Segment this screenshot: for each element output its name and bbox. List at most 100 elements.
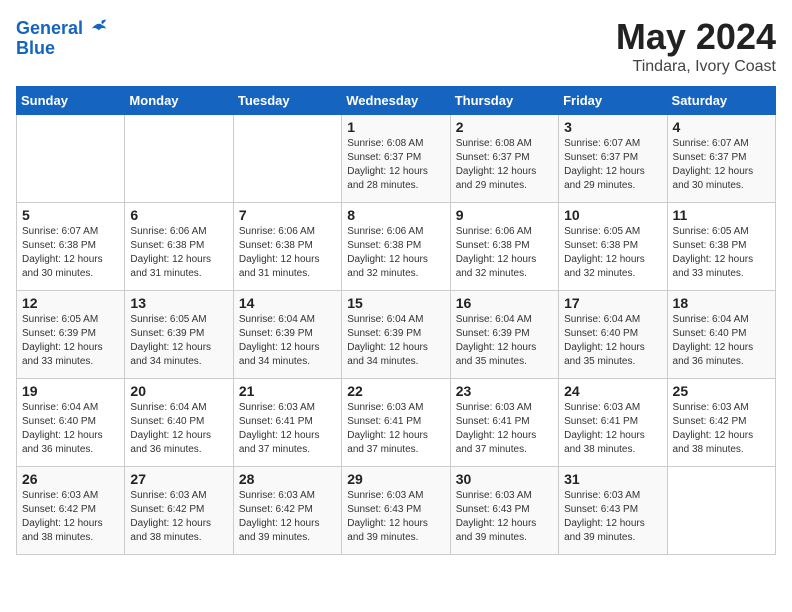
day-info: Sunrise: 6:03 AM Sunset: 6:43 PM Dayligh… [564,489,661,545]
day-number: 22 [347,383,444,399]
day-info: Sunrise: 6:04 AM Sunset: 6:39 PM Dayligh… [456,313,553,369]
day-header-thursday: Thursday [450,87,558,115]
day-info: Sunrise: 6:07 AM Sunset: 6:37 PM Dayligh… [673,137,770,193]
calendar-cell: 23 Sunrise: 6:03 AM Sunset: 6:41 PM Dayli… [450,379,558,467]
day-info: Sunrise: 6:05 AM Sunset: 6:38 PM Dayligh… [673,225,770,281]
day-info: Sunrise: 6:03 AM Sunset: 6:41 PM Dayligh… [456,401,553,457]
day-number: 2 [456,119,553,135]
day-header-saturday: Saturday [667,87,775,115]
day-number: 18 [673,295,770,311]
logo-text: General [16,16,108,39]
calendar-cell: 1 Sunrise: 6:08 AM Sunset: 6:37 PM Daylig… [342,115,450,203]
day-info: Sunrise: 6:04 AM Sunset: 6:39 PM Dayligh… [239,313,336,369]
week-row-5: 26 Sunrise: 6:03 AM Sunset: 6:42 PM Dayli… [17,467,776,555]
day-number: 7 [239,207,336,223]
day-info: Sunrise: 6:07 AM Sunset: 6:37 PM Dayligh… [564,137,661,193]
day-number: 20 [130,383,227,399]
day-number: 17 [564,295,661,311]
day-number: 31 [564,471,661,487]
day-number: 29 [347,471,444,487]
day-number: 6 [130,207,227,223]
day-info: Sunrise: 6:04 AM Sunset: 6:40 PM Dayligh… [22,401,119,457]
day-number: 14 [239,295,336,311]
calendar-cell: 21Sunrise: 6:03 AM Sunset: 6:41 PM Dayli… [233,379,341,467]
calendar-cell: 13Sunrise: 6:05 AM Sunset: 6:39 PM Dayli… [125,291,233,379]
day-number: 5 [22,207,119,223]
calendar-cell: 18 Sunrise: 6:04 AM Sunset: 6:40 PM Dayli… [667,291,775,379]
day-number: 12 [22,295,119,311]
calendar-cell: 15 Sunrise: 6:04 AM Sunset: 6:39 PM Dayli… [342,291,450,379]
day-number: 21 [239,383,336,399]
header: General Blue May 2024 Tindara, Ivory Coa… [16,16,776,76]
logo: General Blue [16,16,108,59]
day-number: 30 [456,471,553,487]
day-info: Sunrise: 6:04 AM Sunset: 6:40 PM Dayligh… [673,313,770,369]
day-number: 15 [347,295,444,311]
day-info: Sunrise: 6:03 AM Sunset: 6:42 PM Dayligh… [239,489,336,545]
day-number: 4 [673,119,770,135]
day-number: 25 [673,383,770,399]
day-info: Sunrise: 6:06 AM Sunset: 6:38 PM Dayligh… [456,225,553,281]
calendar-cell [667,467,775,555]
calendar-cell: 30 Sunrise: 6:03 AM Sunset: 6:43 PM Dayli… [450,467,558,555]
calendar-cell [125,115,233,203]
day-number: 23 [456,383,553,399]
day-info: Sunrise: 6:04 AM Sunset: 6:40 PM Dayligh… [130,401,227,457]
day-info: Sunrise: 6:03 AM Sunset: 6:41 PM Dayligh… [347,401,444,457]
calendar-cell: 27Sunrise: 6:03 AM Sunset: 6:42 PM Dayli… [125,467,233,555]
day-info: Sunrise: 6:08 AM Sunset: 6:37 PM Dayligh… [347,137,444,193]
day-info: Sunrise: 6:03 AM Sunset: 6:42 PM Dayligh… [22,489,119,545]
day-number: 1 [347,119,444,135]
subtitle: Tindara, Ivory Coast [616,58,776,76]
day-number: 13 [130,295,227,311]
header-row: SundayMondayTuesdayWednesdayThursdayFrid… [17,87,776,115]
calendar-cell: 7 Sunrise: 6:06 AM Sunset: 6:38 PM Daylig… [233,203,341,291]
main-title: May 2024 [616,16,776,58]
calendar-cell: 25 Sunrise: 6:03 AM Sunset: 6:42 PM Dayli… [667,379,775,467]
week-row-4: 19 Sunrise: 6:04 AM Sunset: 6:40 PM Dayli… [17,379,776,467]
calendar-cell: 22 Sunrise: 6:03 AM Sunset: 6:41 PM Dayli… [342,379,450,467]
day-number: 10 [564,207,661,223]
calendar-cell: 6 Sunrise: 6:06 AM Sunset: 6:38 PM Daylig… [125,203,233,291]
day-info: Sunrise: 6:07 AM Sunset: 6:38 PM Dayligh… [22,225,119,281]
calendar-cell: 2 Sunrise: 6:08 AM Sunset: 6:37 PM Daylig… [450,115,558,203]
day-info: Sunrise: 6:05 AM Sunset: 6:38 PM Dayligh… [564,225,661,281]
calendar-cell: 8 Sunrise: 6:06 AM Sunset: 6:38 PM Daylig… [342,203,450,291]
day-header-friday: Friday [559,87,667,115]
day-number: 19 [22,383,119,399]
day-info: Sunrise: 6:03 AM Sunset: 6:43 PM Dayligh… [347,489,444,545]
day-info: Sunrise: 6:04 AM Sunset: 6:39 PM Dayligh… [347,313,444,369]
calendar-cell: 16 Sunrise: 6:04 AM Sunset: 6:39 PM Dayli… [450,291,558,379]
day-number: 26 [22,471,119,487]
day-info: Sunrise: 6:06 AM Sunset: 6:38 PM Dayligh… [239,225,336,281]
day-header-wednesday: Wednesday [342,87,450,115]
week-row-1: 1 Sunrise: 6:08 AM Sunset: 6:37 PM Daylig… [17,115,776,203]
day-info: Sunrise: 6:06 AM Sunset: 6:38 PM Dayligh… [347,225,444,281]
calendar-cell: 5 Sunrise: 6:07 AM Sunset: 6:38 PM Daylig… [17,203,125,291]
calendar-cell [17,115,125,203]
day-info: Sunrise: 6:03 AM Sunset: 6:42 PM Dayligh… [673,401,770,457]
day-info: Sunrise: 6:04 AM Sunset: 6:40 PM Dayligh… [564,313,661,369]
calendar-cell: 28Sunrise: 6:03 AM Sunset: 6:42 PM Dayli… [233,467,341,555]
calendar-table: SundayMondayTuesdayWednesdayThursdayFrid… [16,86,776,555]
day-info: Sunrise: 6:03 AM Sunset: 6:43 PM Dayligh… [456,489,553,545]
day-info: Sunrise: 6:05 AM Sunset: 6:39 PM Dayligh… [22,313,119,369]
calendar-cell: 10 Sunrise: 6:05 AM Sunset: 6:38 PM Dayli… [559,203,667,291]
calendar-cell: 3Sunrise: 6:07 AM Sunset: 6:37 PM Daylig… [559,115,667,203]
logo-bird-icon [90,16,108,34]
day-header-monday: Monday [125,87,233,115]
calendar-cell: 12 Sunrise: 6:05 AM Sunset: 6:39 PM Dayli… [17,291,125,379]
day-header-tuesday: Tuesday [233,87,341,115]
calendar-cell: 29 Sunrise: 6:03 AM Sunset: 6:43 PM Dayli… [342,467,450,555]
day-info: Sunrise: 6:08 AM Sunset: 6:37 PM Dayligh… [456,137,553,193]
day-number: 16 [456,295,553,311]
calendar-cell: 9 Sunrise: 6:06 AM Sunset: 6:38 PM Daylig… [450,203,558,291]
day-number: 8 [347,207,444,223]
day-info: Sunrise: 6:03 AM Sunset: 6:42 PM Dayligh… [130,489,227,545]
calendar-cell: 4 Sunrise: 6:07 AM Sunset: 6:37 PM Daylig… [667,115,775,203]
calendar-cell: 17 Sunrise: 6:04 AM Sunset: 6:40 PM Dayli… [559,291,667,379]
day-info: Sunrise: 6:06 AM Sunset: 6:38 PM Dayligh… [130,225,227,281]
logo-line2: Blue [16,39,108,59]
day-number: 9 [456,207,553,223]
calendar-cell: 24Sunrise: 6:03 AM Sunset: 6:41 PM Dayli… [559,379,667,467]
